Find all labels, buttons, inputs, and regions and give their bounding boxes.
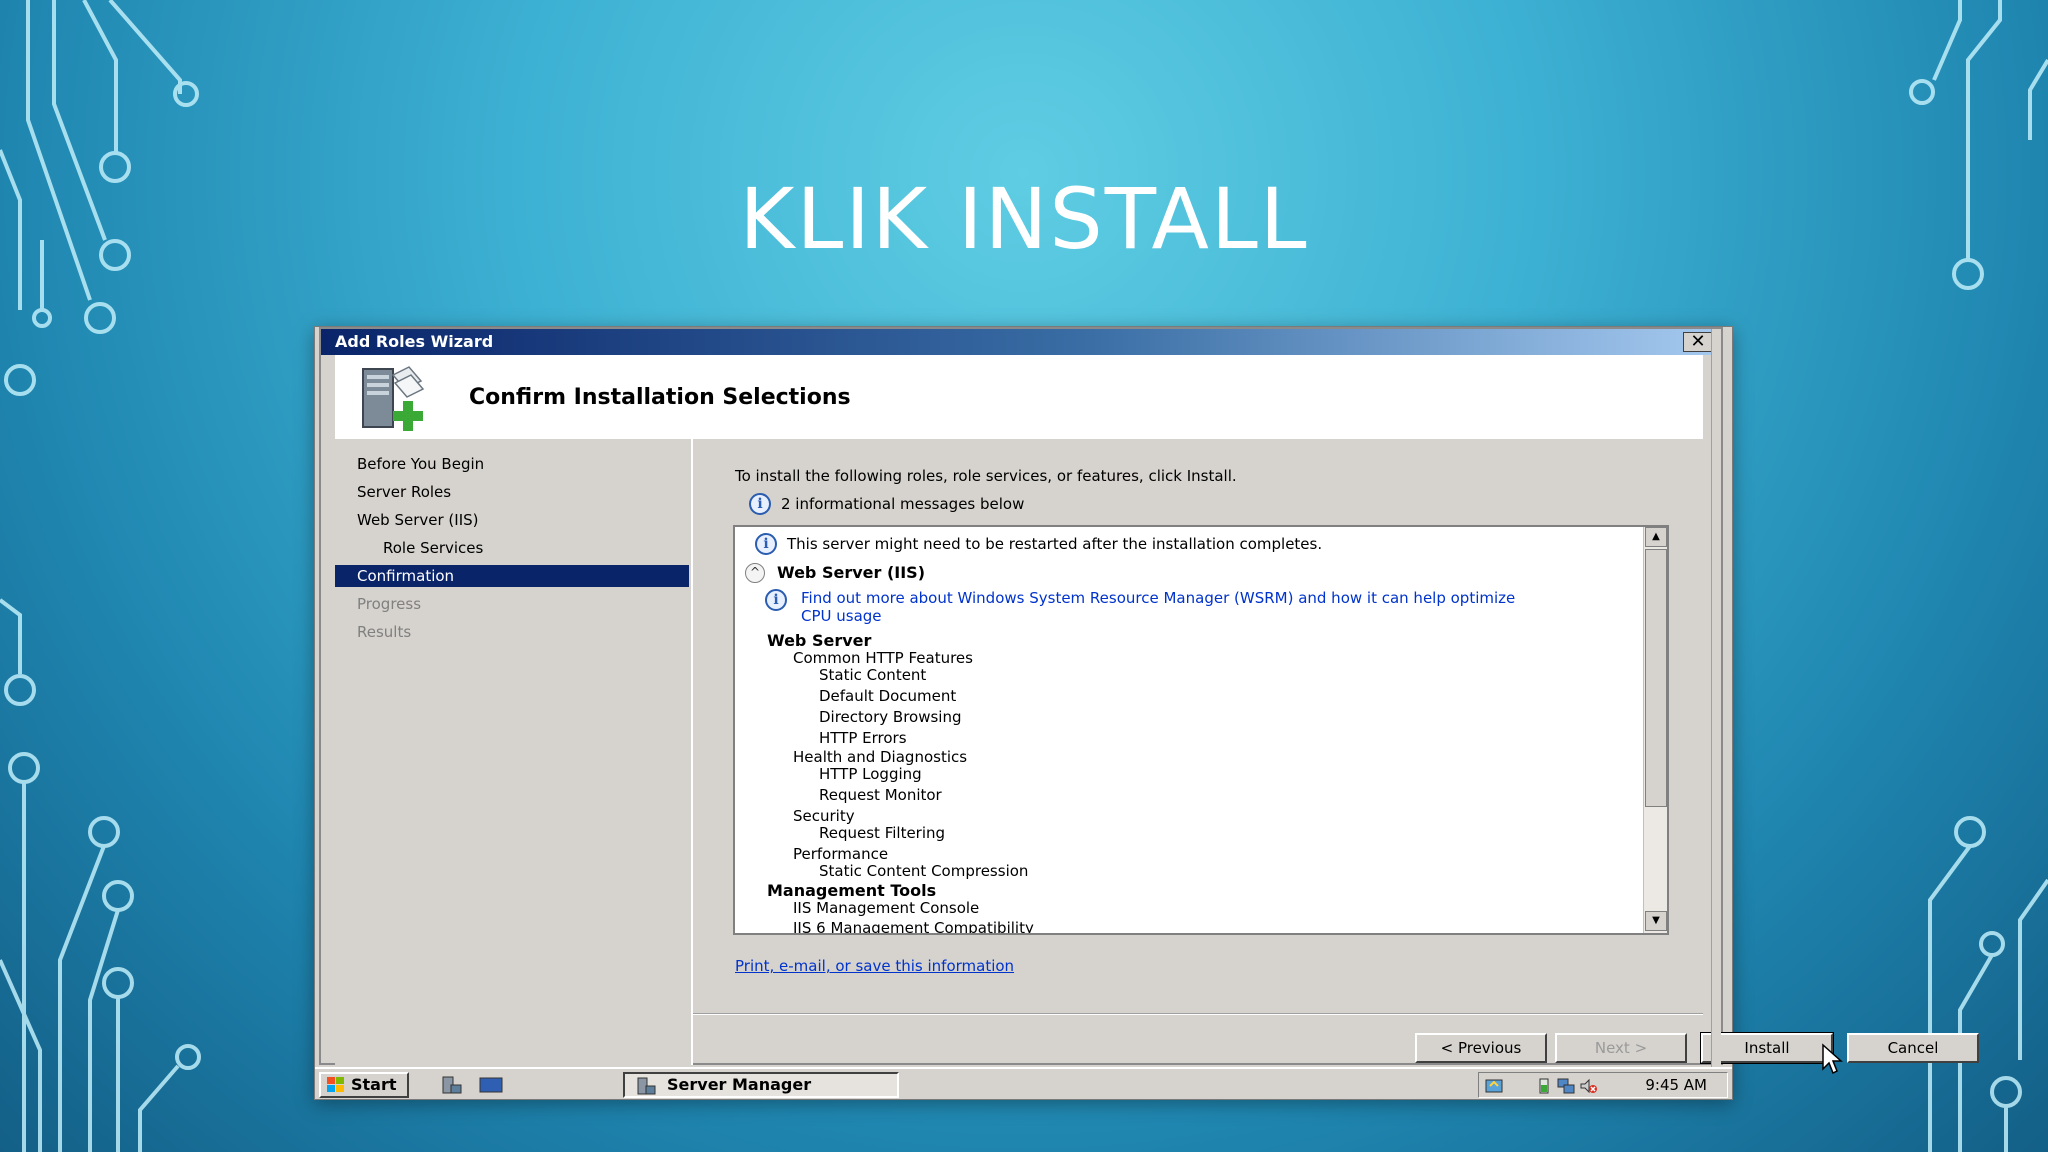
server-manager-quicklaunch-icon[interactable] — [439, 1075, 463, 1095]
section-title: Web Server (IIS) — [777, 563, 926, 582]
nav-item-confirmation[interactable]: Confirmation — [335, 565, 689, 587]
messages-count: i 2 informational messages below — [749, 493, 1024, 515]
clock: 9:45 AM — [1645, 1076, 1707, 1094]
list-item: Management Tools — [767, 881, 937, 900]
scroll-up-icon[interactable]: ▲ — [1645, 527, 1667, 547]
list-item: Common HTTP Features — [793, 649, 973, 667]
list-item: Request Monitor — [819, 786, 942, 804]
system-tray: 9:45 AM — [1478, 1072, 1728, 1098]
list-item: Static Content — [819, 666, 927, 684]
close-button[interactable]: ✕ — [1683, 332, 1713, 352]
listbox-scrollbar[interactable]: ▲ ▼ — [1643, 527, 1667, 933]
scroll-thumb[interactable] — [1645, 549, 1667, 807]
nav-item-before-you-begin[interactable]: Before You Begin — [335, 453, 689, 475]
scroll-down-icon[interactable]: ▼ — [1645, 911, 1667, 931]
nav-item-server-roles[interactable]: Server Roles — [335, 481, 689, 503]
info-icon: i — [755, 533, 777, 555]
start-label: Start — [351, 1075, 397, 1094]
server-manager-icon — [637, 1077, 656, 1095]
desktop-quicklaunch-icon[interactable] — [479, 1075, 503, 1095]
window-title: Add Roles Wizard — [335, 332, 494, 351]
restart-note-text: This server might need to be restarted a… — [787, 535, 1323, 553]
nav-item-results: Results — [357, 623, 412, 641]
list-item: Static Content Compression — [819, 862, 1029, 880]
taskbar: Start Server Manager 9:45 AM — [315, 1067, 1732, 1099]
list-item: Web Server — [767, 631, 872, 650]
list-item: Health and Diagnostics — [793, 748, 968, 766]
vm-screen: Add Roles Wizard ✕ Confirm Installation … — [314, 326, 1979, 1100]
print-email-save-link[interactable]: Print, e-mail, or save this information — [735, 957, 1014, 975]
selections-listbox[interactable]: i This server might need to be restarted… — [733, 525, 1669, 935]
list-item: Security — [793, 807, 855, 825]
nav-item-role-services[interactable]: Role Services — [335, 537, 689, 559]
window-titlebar[interactable]: Add Roles Wizard ✕ — [321, 329, 1721, 355]
info-icon: i — [749, 493, 771, 515]
list-item: Request Filtering — [819, 824, 946, 842]
next-button: Next > — [1555, 1033, 1687, 1063]
info-icon: i — [765, 589, 787, 611]
wsrm-link[interactable]: Find out more about Windows System Resou… — [801, 589, 1515, 607]
window-scrollbar[interactable] — [1711, 329, 1721, 1067]
list-item: Default Document — [819, 687, 957, 705]
cancel-button[interactable]: Cancel — [1847, 1033, 1979, 1063]
add-roles-wizard-window: Add Roles Wizard ✕ Confirm Installation … — [319, 327, 1979, 1075]
wizard-content: To install the following roles, role ser… — [693, 439, 1979, 1075]
wizard-header: Confirm Installation Selections — [335, 355, 1703, 439]
nav-item-progress: Progress — [357, 595, 422, 613]
messages-count-text: 2 informational messages below — [781, 495, 1025, 513]
mouse-cursor-icon — [1822, 1043, 1843, 1075]
list-item: IIS Management Console — [793, 899, 980, 917]
taskbar-item-label: Server Manager — [667, 1075, 812, 1094]
update-icon[interactable] — [1485, 1077, 1503, 1095]
start-button[interactable]: Start — [319, 1072, 409, 1098]
volume-muted-icon[interactable] — [1579, 1077, 1597, 1095]
collapse-chevron-icon[interactable]: ^ — [745, 563, 765, 583]
list-item: Performance — [793, 845, 889, 863]
list-item: HTTP Errors — [819, 729, 907, 747]
previous-button[interactable]: < Previous — [1415, 1033, 1547, 1063]
network-icon[interactable] — [1557, 1077, 1575, 1095]
nav-item-web-server-iis[interactable]: Web Server (IIS) — [335, 509, 689, 531]
list-item: IIS 6 Management Compatibility — [793, 919, 1034, 935]
wsrm-link-line2[interactable]: CPU usage — [801, 607, 882, 625]
button-separator — [693, 1013, 1703, 1015]
list-item: Directory Browsing — [819, 708, 962, 726]
page-title: Confirm Installation Selections — [469, 385, 851, 410]
wizard-nav: Before You Begin Server Roles Web Server… — [335, 439, 693, 1065]
intro-text: To install the following roles, role ser… — [735, 467, 1237, 485]
taskbar-item-server-manager[interactable]: Server Manager — [623, 1072, 899, 1098]
windows-flag-icon — [327, 1077, 344, 1092]
slide-title: KLIK INSTALL — [739, 170, 1309, 268]
server-add-icon — [362, 366, 425, 431]
battery-icon[interactable] — [1535, 1077, 1553, 1095]
restart-note: i This server might need to be restarted… — [755, 533, 1322, 555]
list-item: HTTP Logging — [819, 765, 922, 783]
